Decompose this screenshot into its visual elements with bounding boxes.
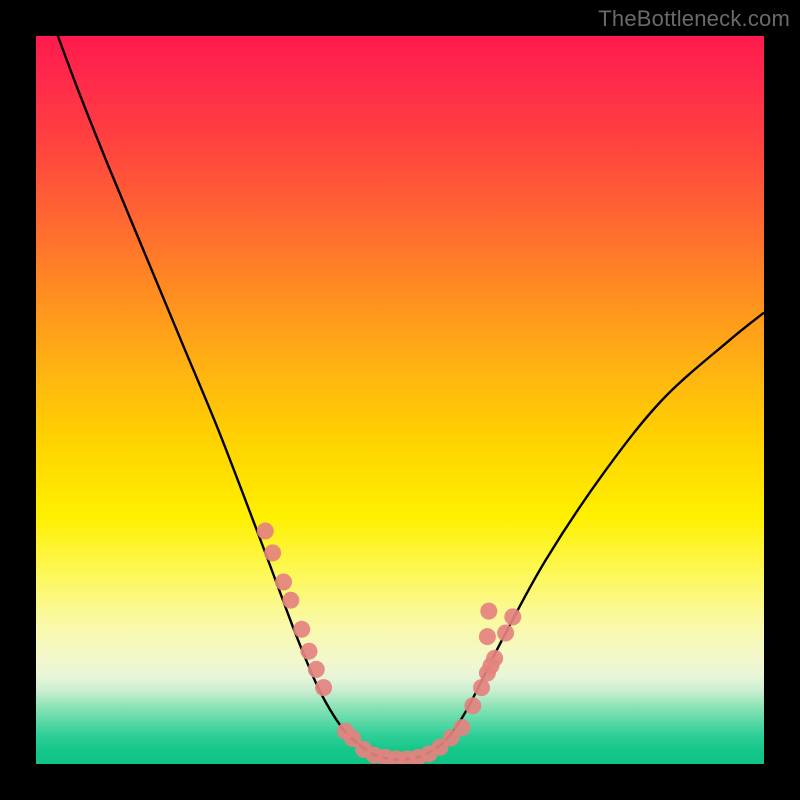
data-marker <box>473 679 490 696</box>
data-marker <box>282 592 299 609</box>
data-marker <box>301 643 318 660</box>
bottleneck-curve-svg <box>36 36 764 764</box>
data-marker <box>497 625 514 642</box>
bottleneck-curve <box>58 36 764 760</box>
data-marker <box>480 603 497 620</box>
data-markers <box>257 523 522 765</box>
data-marker <box>264 544 281 561</box>
data-marker <box>308 661 325 678</box>
chart-frame: TheBottleneck.com <box>0 0 800 800</box>
data-marker <box>453 719 470 736</box>
plot-area <box>36 36 764 764</box>
data-marker <box>275 574 292 591</box>
data-marker <box>464 697 481 714</box>
data-marker <box>486 650 503 667</box>
data-marker <box>479 628 496 645</box>
data-marker <box>504 608 521 625</box>
data-marker <box>257 523 274 540</box>
watermark-text: TheBottleneck.com <box>598 6 790 32</box>
data-marker <box>315 679 332 696</box>
data-marker <box>293 621 310 638</box>
